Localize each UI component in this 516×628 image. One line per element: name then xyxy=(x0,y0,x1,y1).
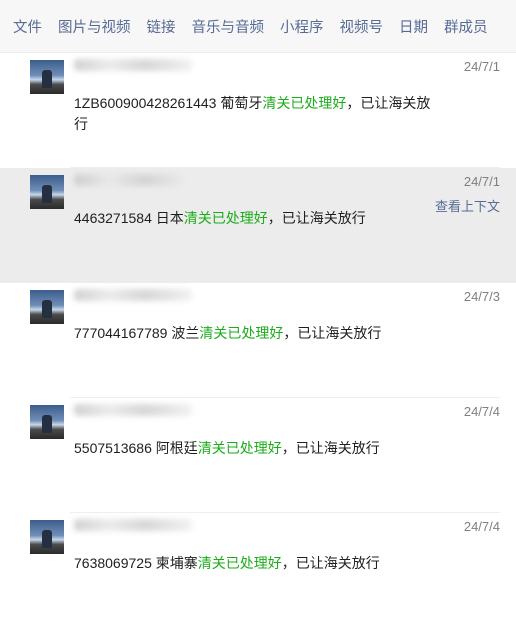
message-item[interactable]: 24/7/3 777044167789 波兰清关已处理好，已让海关放行 xyxy=(0,283,516,398)
avatar[interactable] xyxy=(30,405,64,439)
sender-name-blurred xyxy=(74,289,192,301)
message-highlight: 清关已处理好 xyxy=(199,325,284,341)
message-text: 1ZB600900428261443 葡萄牙清关已处理好，已让海关放行 xyxy=(74,93,444,135)
message-suffix: ，已让海关放行 xyxy=(283,325,382,341)
message-date: 24/7/1 xyxy=(463,174,500,189)
tab-members[interactable]: 群成员 xyxy=(444,16,488,37)
message-date: 24/7/1 xyxy=(463,59,500,74)
message-date: 24/7/4 xyxy=(463,404,500,419)
sender-name-blurred xyxy=(74,404,192,416)
tab-music-audio[interactable]: 音乐与音频 xyxy=(192,16,265,37)
message-item[interactable]: 24/7/4 5507513686 阿根廷清关已处理好，已让海关放行 xyxy=(0,398,516,513)
tab-mini-programs[interactable]: 小程序 xyxy=(280,16,324,37)
message-highlight: 清关已处理好 xyxy=(262,95,347,111)
message-suffix: ，已让海关放行 xyxy=(267,210,366,226)
message-prefix: 1ZB600900428261443 葡萄牙 xyxy=(74,95,263,111)
message-suffix: ，已让海关放行 xyxy=(281,555,380,571)
filter-tabs: 文件 图片与视频 链接 音乐与音频 小程序 视频号 日期 群成员 xyxy=(0,0,516,53)
message-suffix: ，已让海关放行 xyxy=(281,440,380,456)
avatar[interactable] xyxy=(30,175,64,209)
message-item[interactable]: 24/7/1 1ZB600900428261443 葡萄牙清关已处理好，已让海关… xyxy=(0,53,516,168)
message-item[interactable]: 24/7/4 7638069725 柬埔寨清关已处理好，已让海关放行 xyxy=(0,513,516,628)
message-text: 777044167789 波兰清关已处理好，已让海关放行 xyxy=(74,323,444,344)
message-date: 24/7/3 xyxy=(463,289,500,304)
message-text: 5507513686 阿根廷清关已处理好，已让海关放行 xyxy=(74,438,444,459)
message-date: 24/7/4 xyxy=(463,519,500,534)
tab-files[interactable]: 文件 xyxy=(13,16,42,37)
message-prefix: 777044167789 波兰 xyxy=(74,325,200,341)
tab-date[interactable]: 日期 xyxy=(399,16,428,37)
message-prefix: 4463271584 日本 xyxy=(74,210,184,226)
message-highlight: 清关已处理好 xyxy=(197,555,282,571)
message-highlight: 清关已处理好 xyxy=(197,440,282,456)
avatar[interactable] xyxy=(30,520,64,554)
message-item[interactable]: 24/7/1 查看上下文 4463271584 日本清关已处理好，已让海关放行 xyxy=(0,168,516,283)
message-prefix: 7638069725 柬埔寨 xyxy=(74,555,198,571)
sender-name-blurred xyxy=(74,174,192,186)
avatar[interactable] xyxy=(30,290,64,324)
tab-channels[interactable]: 视频号 xyxy=(340,16,384,37)
sender-name-blurred xyxy=(74,519,192,531)
tab-images-videos[interactable]: 图片与视频 xyxy=(58,16,131,37)
message-prefix: 5507513686 阿根廷 xyxy=(74,440,198,456)
view-context-link[interactable]: 查看上下文 xyxy=(435,196,500,215)
message-text: 4463271584 日本清关已处理好，已让海关放行 xyxy=(74,208,444,229)
message-list: 24/7/1 1ZB600900428261443 葡萄牙清关已处理好，已让海关… xyxy=(0,53,516,628)
avatar[interactable] xyxy=(30,60,64,94)
tab-links[interactable]: 链接 xyxy=(147,16,176,37)
sender-name-blurred xyxy=(74,59,192,71)
message-highlight: 清关已处理好 xyxy=(183,210,268,226)
message-text: 7638069725 柬埔寨清关已处理好，已让海关放行 xyxy=(74,553,444,574)
